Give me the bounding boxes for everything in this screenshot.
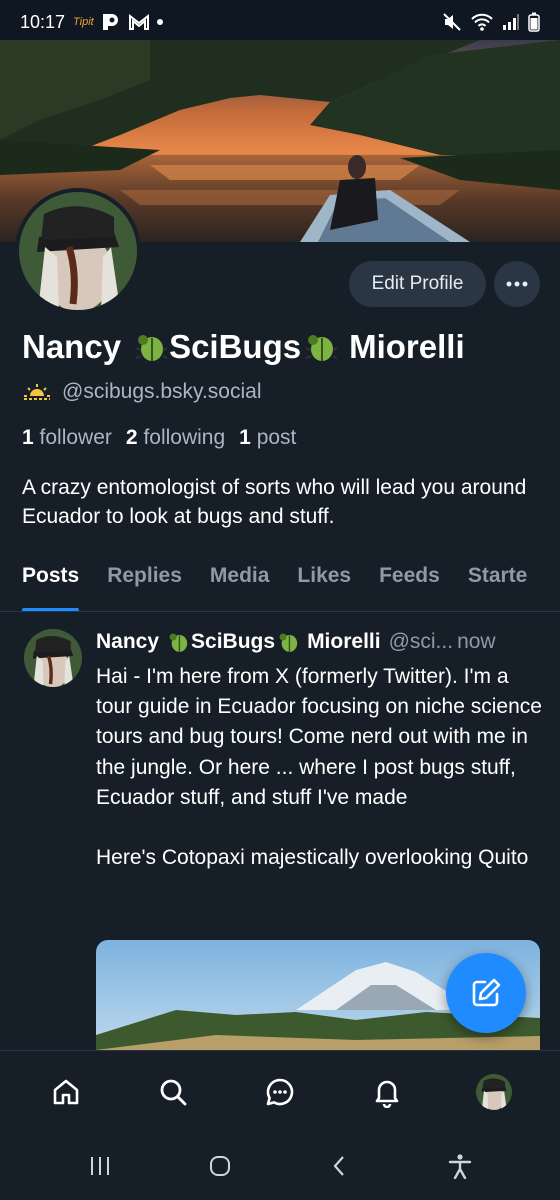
recent-apps-button[interactable]	[70, 1136, 130, 1196]
status-bar: 10:17 Tipit	[0, 0, 560, 44]
accessibility-icon	[448, 1154, 472, 1179]
nav-profile[interactable]	[464, 1062, 524, 1122]
system-icons	[442, 12, 540, 32]
nav-avatar	[476, 1073, 513, 1110]
search-icon	[160, 1079, 187, 1105]
post-author-handle[interactable]: @sci...	[389, 630, 454, 654]
gmail-icon	[128, 13, 149, 30]
battery-icon	[528, 12, 540, 32]
compose-icon	[472, 978, 501, 1007]
compose-post-button[interactable]	[446, 953, 526, 1033]
wifi-icon	[471, 13, 493, 31]
home-icon	[53, 1079, 78, 1104]
back-button[interactable]	[310, 1136, 370, 1196]
profile-avatar[interactable]	[15, 188, 141, 314]
tipit-label: Tipit	[73, 16, 94, 28]
followers-count: 1	[22, 426, 34, 449]
post-author-first: Nancy	[96, 630, 160, 653]
beetle-emoji-icon	[305, 335, 338, 361]
following-link[interactable]: 2 following	[126, 426, 225, 450]
more-options-button[interactable]	[494, 261, 540, 307]
posts-count: 1	[239, 426, 251, 449]
post-author-last: Miorelli	[307, 630, 381, 653]
handle-text[interactable]: @scibugs.bsky.social	[62, 380, 262, 404]
bottom-navigation	[0, 1050, 560, 1132]
back-chevron-icon	[333, 1156, 344, 1176]
home-button[interactable]	[190, 1136, 250, 1196]
beetle-emoji-icon	[135, 335, 168, 361]
posts-label: post	[256, 426, 297, 449]
post-body[interactable]: Hai - I'm here from X (formerly Twitter)…	[96, 662, 546, 873]
beetle-emoji-icon	[169, 633, 188, 652]
post-author-middle: SciBugs	[191, 630, 276, 653]
home-circle-icon	[210, 1156, 230, 1176]
profile-handle: @scibugs.bsky.social	[22, 380, 262, 404]
post-timestamp[interactable]: now	[457, 630, 496, 654]
tab-media[interactable]: Media	[210, 560, 270, 611]
tab-likes[interactable]: Likes	[297, 560, 351, 611]
profile-bio: A crazy entomologist of sorts who will l…	[22, 476, 527, 528]
tab-feeds[interactable]: Feeds	[379, 560, 440, 611]
followers-label: follower	[39, 426, 112, 449]
following-label: following	[143, 426, 226, 449]
status-time: 10:17	[20, 11, 66, 32]
posts-stat: 1 post	[239, 426, 296, 450]
nav-home[interactable]	[36, 1062, 96, 1122]
accessibility-button[interactable]	[430, 1136, 490, 1196]
tab-starter-packs[interactable]: Starte	[468, 560, 528, 611]
nav-search[interactable]	[143, 1062, 203, 1122]
post-header: Nancy SciBugs Miorelli @sci... now	[96, 630, 556, 654]
beetle-emoji-icon	[279, 633, 298, 652]
tab-posts[interactable]: Posts	[22, 560, 80, 611]
edit-profile-button[interactable]: Edit Profile	[349, 261, 486, 307]
dot-icon	[156, 19, 163, 25]
system-navigation-bar	[0, 1132, 560, 1200]
following-count: 2	[125, 426, 138, 449]
display-name: Nancy SciBugs Miorelli	[22, 328, 465, 366]
p-app-icon	[102, 14, 118, 30]
display-name-first: Nancy	[22, 328, 122, 365]
followers-link[interactable]: 1 follower	[22, 426, 112, 450]
avatar-image	[24, 629, 82, 687]
bell-icon	[375, 1080, 399, 1108]
notification-icons	[100, 12, 164, 32]
nav-chat[interactable]	[250, 1062, 310, 1122]
recent-apps-icon	[91, 1157, 109, 1175]
post-author-avatar[interactable]	[24, 629, 82, 687]
ellipsis-icon	[506, 281, 528, 287]
mute-icon	[443, 13, 461, 31]
tab-replies[interactable]: Replies	[107, 560, 182, 611]
post-author-name[interactable]: Nancy SciBugs Miorelli	[96, 630, 381, 654]
chat-icon	[266, 1078, 294, 1105]
profile-stats: 1 follower 2 following 1 post	[22, 426, 296, 450]
avatar-image	[19, 192, 137, 310]
display-name-last: Miorelli	[349, 328, 465, 365]
sunrise-icon	[24, 384, 50, 400]
display-name-middle: SciBugs	[169, 328, 302, 365]
signal-icon	[503, 14, 519, 30]
profile-tabs: Posts Replies Media Likes Feeds Starte	[0, 560, 560, 612]
nav-notifications[interactable]	[357, 1062, 417, 1122]
avatar-image	[476, 1073, 513, 1110]
